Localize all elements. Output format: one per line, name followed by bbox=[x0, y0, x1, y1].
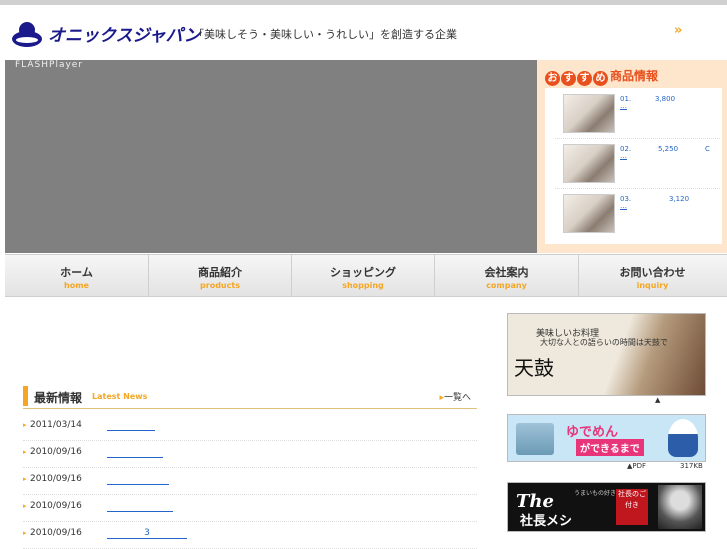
flash-player-area[interactable]: FLASHPlayer bbox=[5, 60, 537, 253]
news-link[interactable]: 3 bbox=[107, 528, 187, 539]
tenten-banner[interactable]: 美味しいお料理 大切な人との語らいの時間は天鼓で 天鼓 bbox=[507, 313, 706, 396]
flash-player-label: FLASHPlayer bbox=[15, 60, 84, 70]
nav-sublabel: home bbox=[64, 281, 89, 290]
title-bubble: す bbox=[561, 71, 576, 86]
news-row: ▸ 2011/03/14 bbox=[23, 414, 477, 441]
yudemen-banner[interactable]: ゆでめん ができるまで bbox=[507, 414, 706, 462]
news-view-all-link[interactable]: ▸一覧へ bbox=[439, 390, 471, 403]
nav-label: 商品紹介 bbox=[198, 266, 242, 279]
tenten-line2: 大切な人との語らいの時間は天鼓で bbox=[540, 338, 668, 347]
nav-sublabel: inquiry bbox=[636, 281, 669, 290]
news-accent-bar bbox=[23, 386, 28, 406]
tenten-brand: 天鼓 bbox=[514, 356, 554, 380]
news-link[interactable] bbox=[107, 501, 173, 512]
recommended-products: おすすめ商品情報 01. 3,800 … 02. 5,250 C … 03. 3… bbox=[537, 60, 727, 253]
product-thumbnail[interactable] bbox=[563, 194, 615, 233]
product-price: 3,120 bbox=[669, 195, 690, 203]
nav-label: 会社案内 bbox=[484, 266, 529, 279]
product-price: 3,800 bbox=[655, 95, 676, 103]
shacho-the: The bbox=[516, 491, 554, 512]
nav-home[interactable]: ホーム home bbox=[5, 255, 149, 296]
arrow-right-icon: ▸ bbox=[23, 529, 27, 537]
nav-inquiry[interactable]: お問い合わせ inquiry bbox=[579, 255, 726, 296]
news-title: 最新情報 bbox=[34, 391, 83, 405]
company-name[interactable]: オニックスジャパン bbox=[48, 21, 201, 46]
yudemen-subtitle: ができるまで bbox=[576, 439, 644, 456]
arrow-right-icon: ▸ bbox=[23, 448, 27, 456]
title-bubble: す bbox=[577, 71, 592, 86]
news-header: 最新情報 Latest News ▸一覧へ bbox=[23, 384, 477, 409]
nav-company[interactable]: 会社案内 company bbox=[435, 255, 579, 296]
arrow-right-icon: ▸ bbox=[23, 502, 27, 510]
product-thumbnail[interactable] bbox=[563, 144, 615, 183]
tagline: 「美味しそう・美味しい・うれしい」を創造する企業 bbox=[193, 28, 457, 41]
pdf-link[interactable]: ▲PDF bbox=[627, 462, 646, 470]
title-bubble: め bbox=[593, 71, 608, 86]
recommended-title: おすすめ商品情報 bbox=[545, 66, 658, 86]
noodle-machine-illustration bbox=[516, 423, 554, 455]
product-link[interactable]: … bbox=[620, 202, 627, 210]
news-date: 2010/09/16 bbox=[30, 501, 82, 511]
product-thumbnail[interactable] bbox=[563, 94, 615, 133]
news-row: ▸ 2010/09/16 bbox=[23, 468, 477, 495]
recommended-title-text: 商品情報 bbox=[610, 69, 659, 83]
arrow-right-icon: ▸ bbox=[23, 475, 27, 483]
news-subtitle: Latest News bbox=[92, 392, 148, 401]
nav-sublabel: company bbox=[486, 281, 527, 290]
product-link[interactable]: … bbox=[620, 102, 627, 110]
product-item[interactable]: 03. 3,120 … bbox=[555, 188, 720, 238]
shacho-badge: 社長のご付き bbox=[616, 489, 648, 525]
caret-up-icon[interactable]: ▲ bbox=[655, 396, 660, 404]
president-photo bbox=[658, 485, 702, 529]
news-view-all-label: 一覧へ bbox=[443, 393, 471, 403]
product-item[interactable]: 02. 5,250 C … bbox=[555, 138, 720, 189]
news-link[interactable] bbox=[107, 447, 163, 458]
shacho-meshi-banner[interactable]: The うまいもの好き社長が 社長メシ 社長のご付き bbox=[507, 482, 706, 532]
site-header: オニックスジャパン 「美味しそう・美味しい・うれしい」を創造する企業 » bbox=[0, 5, 727, 60]
news-date: 2010/09/16 bbox=[30, 447, 82, 457]
nav-sublabel: products bbox=[200, 281, 240, 290]
news-row: ▸ 2010/09/16 bbox=[23, 495, 477, 522]
global-nav: ホーム home 商品紹介 products ショッピング shopping 会… bbox=[5, 254, 727, 297]
product-price: 5,250 bbox=[658, 145, 679, 153]
news-row: ▸ 2010/09/16 bbox=[23, 441, 477, 468]
nav-shopping[interactable]: ショッピング shopping bbox=[292, 255, 435, 296]
arrow-right-icon: ▸ bbox=[23, 421, 27, 429]
product-suffix: C bbox=[705, 145, 710, 153]
news-link[interactable] bbox=[107, 420, 155, 431]
nav-products[interactable]: 商品紹介 products bbox=[149, 255, 292, 296]
nav-label: ホーム bbox=[60, 266, 93, 279]
news-link[interactable] bbox=[107, 474, 169, 485]
double-chevron-right-icon[interactable]: » bbox=[674, 23, 682, 38]
product-link[interactable]: … bbox=[620, 152, 627, 160]
chef-illustration bbox=[668, 419, 698, 457]
news-date: 2010/09/16 bbox=[30, 528, 82, 538]
pdf-file-size: 317KB bbox=[680, 462, 703, 470]
company-logo-icon[interactable] bbox=[12, 19, 42, 49]
pdf-info: ▲PDF 317KB bbox=[507, 462, 706, 472]
nav-label: ショッピング bbox=[330, 266, 396, 279]
news-date: 2010/09/16 bbox=[30, 474, 82, 484]
yudemen-title: ゆでめん bbox=[566, 425, 619, 440]
recommended-list: 01. 3,800 … 02. 5,250 C … 03. 3,120 … bbox=[545, 88, 722, 244]
nav-label: お問い合わせ bbox=[619, 266, 686, 279]
title-bubble: お bbox=[545, 71, 560, 86]
product-item[interactable]: 01. 3,800 … bbox=[555, 88, 720, 139]
news-date: 2011/03/14 bbox=[30, 420, 82, 430]
nav-sublabel: shopping bbox=[342, 281, 384, 290]
shacho-title: 社長メシ bbox=[520, 514, 573, 529]
